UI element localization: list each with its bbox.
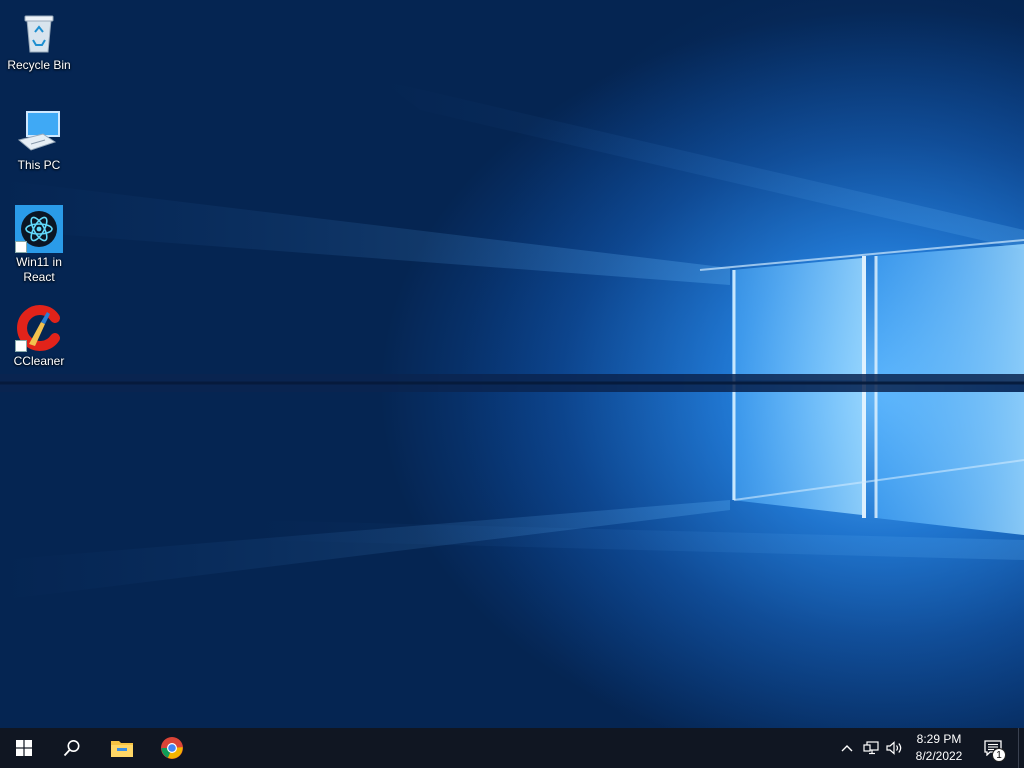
wallpaper <box>0 0 1024 728</box>
notification-count-badge: 1 <box>992 748 1006 762</box>
windows-logo-icon <box>16 740 32 756</box>
taskbar-app-chrome[interactable] <box>148 728 196 768</box>
desktop-icon-label: This PC <box>17 158 61 172</box>
clock-time: 8:29 PM <box>916 732 962 746</box>
desktop-icon-recycle-bin[interactable]: Recycle Bin <box>4 8 74 73</box>
computer-icon <box>15 108 63 156</box>
network-button[interactable] <box>860 728 882 768</box>
desktop-icon-label: Recycle Bin <box>7 58 71 72</box>
desktop-icon-win11-in-react[interactable]: Win11 in React <box>4 205 74 285</box>
taskbar: 8:29 PM 8/2/2022 1 <box>0 728 1024 768</box>
desktop-icon-label: CCleaner <box>13 354 65 368</box>
react-app-icon <box>15 205 63 253</box>
chrome-icon <box>161 737 183 759</box>
desktop[interactable]: Recycle Bin This PC Win11 in React CClea… <box>0 0 1024 728</box>
chevron-up-icon <box>841 745 853 752</box>
taskbar-app-file-explorer[interactable] <box>98 728 146 768</box>
action-center-button[interactable]: 1 <box>978 728 1008 768</box>
volume-button[interactable] <box>884 728 906 768</box>
show-desktop-button[interactable] <box>1019 728 1024 768</box>
desktop-icon-label: Win11 in React <box>16 255 62 284</box>
start-button[interactable] <box>0 728 48 768</box>
recycle-bin-icon <box>15 8 63 56</box>
shortcut-arrow-icon <box>15 241 27 253</box>
desktop-icon-this-pc[interactable]: This PC <box>4 108 74 173</box>
search-icon <box>63 740 80 757</box>
folder-icon <box>111 741 133 757</box>
desktop-icon-ccleaner[interactable]: CCleaner <box>4 304 74 369</box>
search-button[interactable] <box>48 728 96 768</box>
show-hidden-icons-button[interactable] <box>838 728 856 768</box>
shortcut-arrow-icon <box>15 340 27 352</box>
speaker-icon <box>886 741 902 755</box>
network-icon <box>863 741 879 755</box>
clock-date: 8/2/2022 <box>915 749 963 763</box>
clock[interactable]: 8:29 PM 8/2/2022 <box>908 731 970 765</box>
ccleaner-icon <box>15 304 63 352</box>
